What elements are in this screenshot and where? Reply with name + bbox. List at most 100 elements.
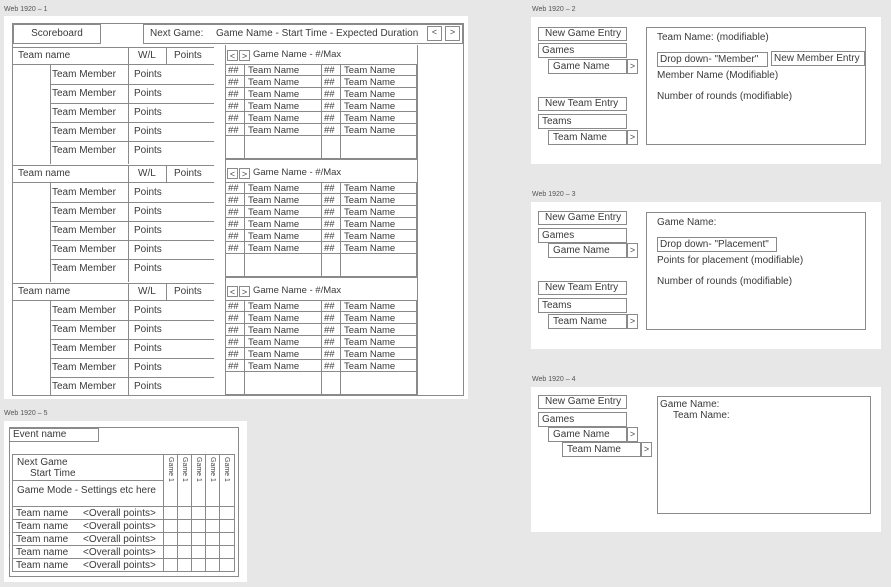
next-game-prev-button[interactable]: < xyxy=(427,26,442,41)
teams-list[interactable]: Teams xyxy=(538,114,627,129)
rank-cell: ## xyxy=(324,183,335,194)
teams-list[interactable]: Teams xyxy=(538,298,627,313)
member-points: Points xyxy=(134,145,162,156)
scoreboard-artboard: Scoreboard Next Game: Game Name - Start … xyxy=(4,16,468,399)
team-cell: Team Name xyxy=(248,349,300,360)
member-name: Team Member xyxy=(52,187,116,198)
team-name-header: Team name xyxy=(18,286,71,297)
member-name: Team Member xyxy=(52,343,116,354)
game-next-button[interactable]: > xyxy=(239,286,250,297)
game-prev-button[interactable]: < xyxy=(227,286,238,297)
placement-dropdown[interactable]: Drop down- "Placement" xyxy=(657,237,777,252)
member-name-field[interactable]: Member Name (Modifiable) xyxy=(657,70,778,82)
team-name-item[interactable]: Team Name xyxy=(548,130,627,145)
game-column-header: Game 1 xyxy=(181,457,188,482)
game-prev-button[interactable]: < xyxy=(227,50,238,61)
team-cell: Team Name xyxy=(344,77,396,88)
game-column-header: Game 1 xyxy=(167,457,174,482)
new-team-entry-button[interactable]: New Team Entry xyxy=(538,281,627,295)
team-name-item[interactable]: Team Name xyxy=(562,442,641,457)
games-list[interactable]: Games xyxy=(538,43,627,58)
team-cell: Team Name xyxy=(344,89,396,100)
member-entry-artboard: New Game Entry Games Game Name > New Tea… xyxy=(531,17,881,164)
team-cell: Team Name xyxy=(248,65,300,76)
game-prev-button[interactable]: < xyxy=(227,168,238,179)
rank-cell: ## xyxy=(324,207,335,218)
expand-arrow-icon[interactable]: > xyxy=(627,314,638,329)
team-name-item[interactable]: Team Name xyxy=(548,314,627,329)
expand-arrow-icon[interactable]: > xyxy=(641,442,652,457)
points-placement-field[interactable]: Points for placement (modifiable) xyxy=(657,255,803,267)
team-cell: Team Name xyxy=(344,243,396,254)
team-cell: Team Name xyxy=(248,231,300,242)
member-points: Points xyxy=(134,263,162,274)
member-points: Points xyxy=(134,381,162,392)
new-team-entry-button[interactable]: New Team Entry xyxy=(538,97,627,111)
rank-cell: ## xyxy=(228,313,239,324)
expand-arrow-icon[interactable]: > xyxy=(627,427,638,442)
panel-team-name: Team Name: xyxy=(673,410,730,421)
new-game-entry-button[interactable]: New Game Entry xyxy=(538,27,627,41)
team-cell: Team Name xyxy=(344,349,396,360)
member-dropdown[interactable]: Drop down- "Member" xyxy=(657,52,768,67)
rank-cell: ## xyxy=(324,101,335,112)
games-list[interactable]: Games xyxy=(538,412,627,427)
points-header: Points xyxy=(174,50,202,61)
member-points: Points xyxy=(134,305,162,316)
team-cell: Team Name xyxy=(248,125,300,136)
team-cell: Team Name xyxy=(248,325,300,336)
team-cell: Team Name xyxy=(344,65,396,76)
expand-arrow-icon[interactable]: > xyxy=(627,59,638,74)
member-name: Team Member xyxy=(52,225,116,236)
divider xyxy=(417,45,418,396)
team-cell: Team Name xyxy=(248,89,300,100)
next-game-next-button[interactable]: > xyxy=(445,26,460,41)
member-points: Points xyxy=(134,88,162,99)
team-cell: Team Name xyxy=(248,101,300,112)
game-block: < > Game Name - #/Max ## Team Name ## Team … xyxy=(225,285,417,395)
artboard-label: Web 1920 – 3 xyxy=(532,191,576,198)
event-name-box[interactable]: Event name xyxy=(9,428,99,442)
team-block: Team name W/L Points Team Member Points T… xyxy=(12,165,214,282)
game-name-item[interactable]: Game Name xyxy=(548,243,627,258)
member-name: Team Member xyxy=(52,69,116,80)
overall-points-cell: <Overall points> xyxy=(83,534,156,545)
new-game-entry-button[interactable]: New Game Entry xyxy=(538,211,627,225)
team-cell: Team Name xyxy=(248,361,300,372)
rank-cell: ## xyxy=(228,219,239,230)
member-points: Points xyxy=(134,107,162,118)
expand-arrow-icon[interactable]: > xyxy=(627,130,638,145)
team-cell: Team Name xyxy=(344,195,396,206)
artboard-label: Web 1920 – 4 xyxy=(532,376,576,383)
member-name: Team Member xyxy=(52,145,116,156)
overall-points-cell: <Overall points> xyxy=(83,508,156,519)
team-cell: Team Name xyxy=(344,313,396,324)
rank-cell: ## xyxy=(228,337,239,348)
new-game-entry-button[interactable]: New Game Entry xyxy=(538,395,627,409)
expand-arrow-icon[interactable]: > xyxy=(627,243,638,258)
game-name-field[interactable]: Game Name: xyxy=(657,217,716,229)
team-cell: Team Name xyxy=(248,337,300,348)
member-points: Points xyxy=(134,324,162,335)
rank-cell: ## xyxy=(324,337,335,348)
game-team-panel: Game Name: Team Name: xyxy=(657,396,871,514)
team-name-field[interactable]: Team Name: (modifiable) xyxy=(657,32,769,44)
game-name-item[interactable]: Game Name xyxy=(548,427,627,442)
team-cell: Team Name xyxy=(248,243,300,254)
team-name-cell: Team name xyxy=(16,508,69,519)
game-next-button[interactable]: > xyxy=(239,50,250,61)
rank-cell: ## xyxy=(228,77,239,88)
next-game-bar: Next Game: Game Name - Start Time - Expe… xyxy=(143,24,463,44)
new-member-entry-button[interactable]: New Member Entry xyxy=(771,51,865,66)
rank-cell: ## xyxy=(228,125,239,136)
game-name-item[interactable]: Game Name xyxy=(548,59,627,74)
team-cell: Team Name xyxy=(344,361,396,372)
rank-cell: ## xyxy=(228,183,239,194)
rounds-field[interactable]: Number of rounds (modifiable) xyxy=(657,276,792,288)
games-list[interactable]: Games xyxy=(538,228,627,243)
game-next-button[interactable]: > xyxy=(239,168,250,179)
rank-cell: ## xyxy=(324,219,335,230)
rank-cell: ## xyxy=(228,89,239,100)
team-cell: Team Name xyxy=(248,207,300,218)
rounds-field[interactable]: Number of rounds (modifiable) xyxy=(657,91,792,103)
